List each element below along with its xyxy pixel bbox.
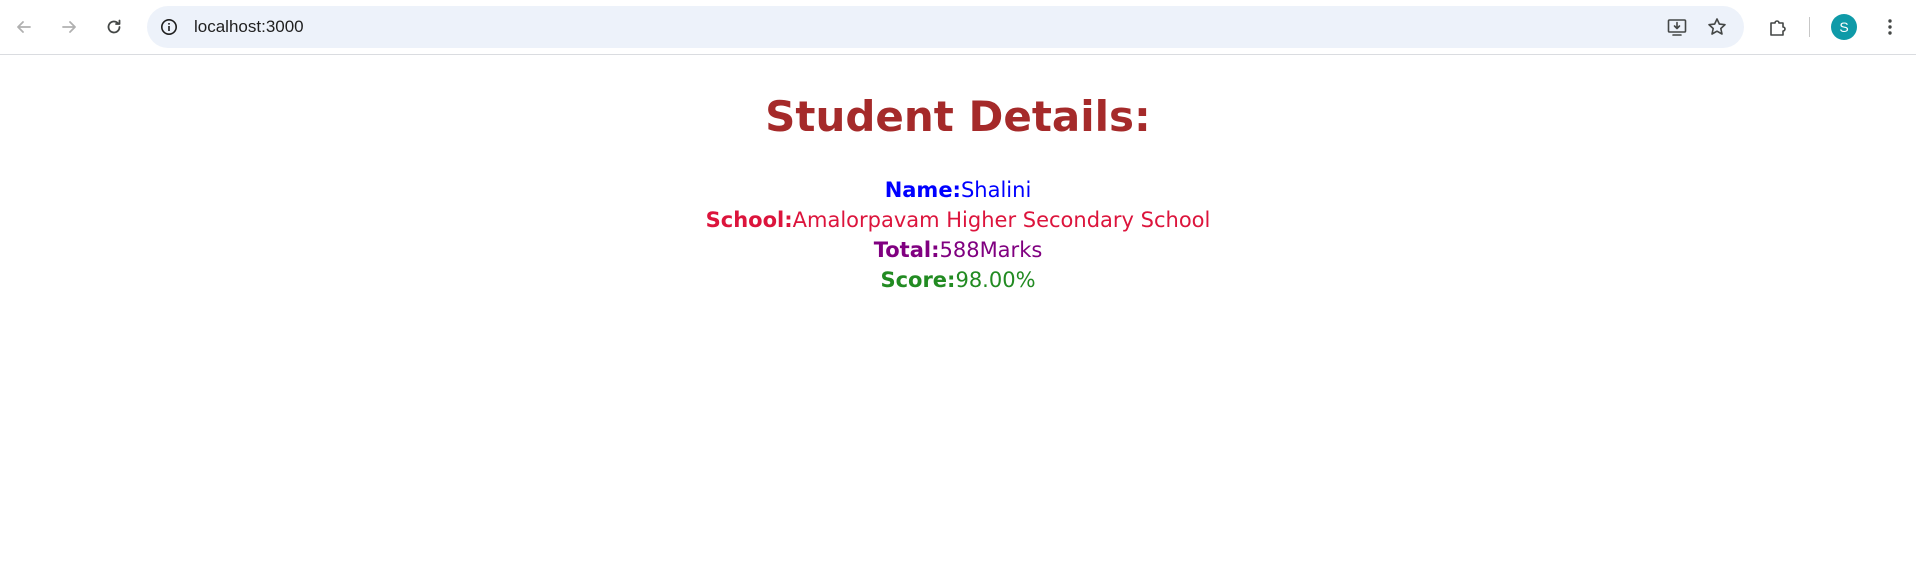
url-text[interactable]: localhost:3000 bbox=[194, 6, 304, 48]
detail-label: Total: bbox=[873, 238, 940, 262]
reload-icon bbox=[107, 19, 121, 34]
extensions-button[interactable] bbox=[1763, 12, 1793, 42]
address-bar[interactable]: localhost:3000 bbox=[147, 6, 1744, 48]
arrow-left-icon bbox=[17, 21, 31, 33]
page-title: Student Details: bbox=[765, 92, 1151, 141]
detail-value: 588Marks bbox=[939, 238, 1043, 262]
site-info-button[interactable] bbox=[158, 16, 180, 38]
browser-menu-button[interactable] bbox=[1875, 12, 1905, 42]
detail-total: Total:588Marks bbox=[0, 235, 1916, 265]
page-content: Student Details: Name:Shalini School:Ama… bbox=[0, 91, 1916, 295]
puzzle-icon bbox=[1770, 20, 1786, 36]
back-button[interactable] bbox=[9, 12, 39, 42]
profile-avatar[interactable]: S bbox=[1831, 14, 1857, 40]
detail-label: School: bbox=[705, 208, 793, 232]
star-icon bbox=[1708, 18, 1726, 35]
kebab-menu-icon bbox=[1888, 19, 1892, 35]
detail-score: Score:98.00% bbox=[0, 265, 1916, 295]
detail-label: Name: bbox=[884, 178, 961, 202]
detail-value: Amalorpavam Higher Secondary School bbox=[792, 208, 1211, 232]
install-app-icon bbox=[1667, 19, 1687, 36]
reload-button[interactable] bbox=[99, 12, 129, 42]
arrow-right-icon bbox=[62, 21, 76, 33]
info-icon bbox=[161, 19, 177, 35]
detail-value: 98.00% bbox=[955, 268, 1036, 292]
browser-toolbar: localhost:3000 S bbox=[0, 0, 1916, 55]
forward-button[interactable] bbox=[54, 12, 84, 42]
student-details: Name:Shalini School:Amalorpavam Higher S… bbox=[0, 175, 1916, 295]
toolbar-divider bbox=[1809, 17, 1810, 37]
detail-name: Name:Shalini bbox=[0, 175, 1916, 205]
detail-school: School:Amalorpavam Higher Secondary Scho… bbox=[0, 205, 1916, 235]
install-app-button[interactable] bbox=[1664, 14, 1690, 40]
bookmark-button[interactable] bbox=[1704, 14, 1730, 40]
detail-label: Score: bbox=[880, 268, 956, 292]
detail-value: Shalini bbox=[960, 178, 1032, 202]
